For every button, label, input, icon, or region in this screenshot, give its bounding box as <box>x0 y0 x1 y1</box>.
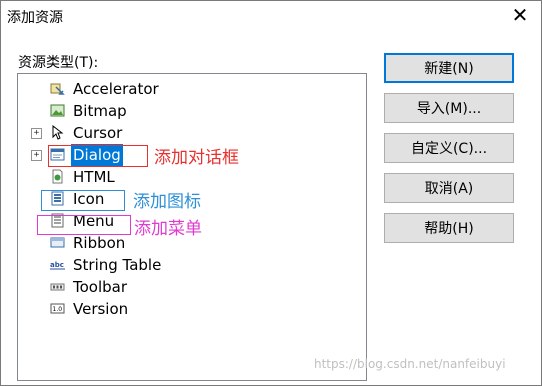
menu-annotation-box <box>37 215 131 235</box>
icon-annotation-box <box>41 190 125 211</box>
help-button[interactable]: 帮助(H) <box>384 213 514 243</box>
svg-text:1.0: 1.0 <box>53 306 63 313</box>
close-icon[interactable]: ✕ <box>509 4 531 26</box>
tree-item-label: Toolbar <box>73 278 128 296</box>
import-button[interactable]: 导入(M)... <box>384 93 514 123</box>
tree-item-label: String Table <box>73 256 162 274</box>
icon-annotation-text: 添加图标 <box>133 192 201 212</box>
new-button[interactable]: 新建(N) <box>384 53 514 83</box>
tree-item-label: Bitmap <box>73 102 127 120</box>
bitmap-icon <box>50 104 65 117</box>
expand-icon[interactable]: + <box>31 128 42 139</box>
tree-item-label: Ribbon <box>73 234 126 252</box>
cancel-button[interactable]: 取消(A) <box>384 173 514 203</box>
watermark: https://blog.csdn.net/nanfeibuyi <box>314 357 506 371</box>
html-icon <box>52 169 63 184</box>
menu-annotation-text: 添加菜单 <box>134 219 202 239</box>
resource-type-label: 资源类型(T): <box>18 55 99 71</box>
tree-item-label: HTML <box>73 168 115 186</box>
cursor-icon <box>52 125 64 140</box>
svg-text:abc: abc <box>50 261 64 269</box>
toolbar-icon <box>50 283 65 291</box>
custom-button[interactable]: 自定义(C)... <box>384 133 514 163</box>
tree-item-label: Accelerator <box>73 80 159 98</box>
version-icon: 1.0 <box>50 303 65 314</box>
accelerator-icon <box>50 83 65 95</box>
tree-item-label: Version <box>73 300 129 318</box>
ribbon-icon <box>50 237 65 248</box>
add-resource-dialog: 添加资源 ✕ 资源类型(T): Accelerator Bitmap + Cur… <box>0 0 542 386</box>
window-title: 添加资源 <box>7 10 63 26</box>
dialog-annotation-box <box>48 145 148 167</box>
dialog-annotation-text: 添加对话框 <box>154 148 239 168</box>
tree-item-label: Cursor <box>73 124 123 142</box>
expand-icon[interactable]: + <box>31 150 42 161</box>
string-table-icon: abc <box>50 261 65 270</box>
